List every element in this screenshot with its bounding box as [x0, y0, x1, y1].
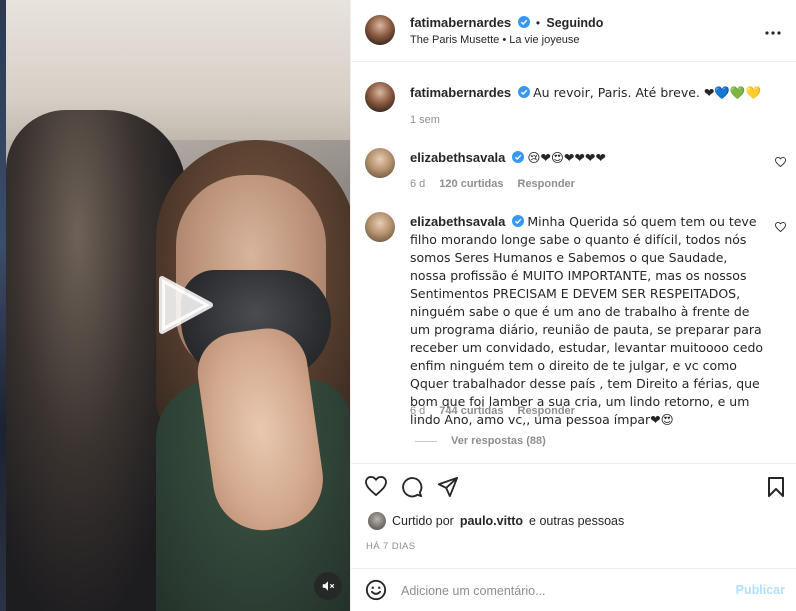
comment-avatar[interactable] [365, 148, 395, 178]
comment-time: 6 d [410, 405, 426, 417]
comment-meta: 6 d 744 curtidas Responder [410, 405, 575, 417]
comment-username[interactable]: elizabethsavala [410, 150, 505, 165]
caption-time: 1 sem [410, 114, 440, 126]
reply-button[interactable]: Responder [518, 178, 575, 190]
post-header: fatimabernardes • Seguindo The Paris Mus… [351, 0, 796, 62]
caption-text: Au revoir, Paris. Até breve. ❤💙💚💛 [533, 85, 762, 100]
caption-avatar[interactable] [365, 82, 395, 112]
comment-text: 😢❤😍❤❤❤❤ [527, 150, 606, 165]
liked-by-line: Curtido por paulo.vitto e outras pessoas [368, 512, 624, 530]
emoji-icon[interactable] [365, 579, 387, 604]
follow-status-button[interactable]: Seguindo [546, 16, 603, 30]
play-icon[interactable] [156, 273, 216, 337]
replies-divider [415, 441, 437, 442]
post-details-panel: fatimabernardes • Seguindo The Paris Mus… [350, 0, 796, 611]
verified-icon [515, 86, 530, 100]
more-options-icon[interactable] [765, 24, 781, 38]
author-username[interactable]: fatimabernardes [410, 15, 511, 30]
comment-item: elizabethsavala 😢❤😍❤❤❤❤ [410, 149, 765, 167]
location-link[interactable]: The Paris Musette • La vie joyeuse [410, 34, 580, 46]
publish-button[interactable]: Publicar [736, 583, 785, 597]
bookmark-icon[interactable] [767, 476, 785, 501]
comment-time: 6 d [410, 178, 426, 190]
verified-icon [509, 215, 524, 229]
caption: fatimabernardes Au revoir, Paris. Até br… [410, 84, 765, 102]
liked-by-suffix: e outras pessoas [529, 514, 625, 528]
action-bar [351, 463, 796, 507]
liked-by-username[interactable]: paulo.vitto [460, 514, 523, 528]
comment-like-heart-icon[interactable] [775, 221, 786, 235]
header-user-line: fatimabernardes • Seguindo [410, 15, 603, 30]
reply-button[interactable]: Responder [518, 405, 575, 417]
comment-icon[interactable] [401, 476, 423, 501]
add-comment-bar: Publicar [351, 568, 796, 611]
post-timestamp[interactable]: HÁ 7 DIAS [366, 541, 416, 552]
comment-likes-count[interactable]: 120 curtidas [439, 178, 503, 190]
avatar[interactable] [365, 15, 395, 45]
verified-icon [509, 151, 524, 165]
caption-username[interactable]: fatimabernardes [410, 85, 511, 100]
verified-icon [515, 16, 530, 30]
share-icon[interactable] [437, 476, 459, 501]
comment-avatar[interactable] [365, 212, 395, 242]
caption-meta: 1 sem [410, 114, 440, 126]
view-replies-button[interactable]: Ver respostas (88) [451, 435, 546, 447]
comment-text: Minha Querida só quem tem ou teve filho … [410, 214, 764, 427]
comment-item: elizabethsavala Minha Querida só quem te… [410, 213, 765, 429]
comment-like-heart-icon[interactable] [775, 156, 786, 170]
header-separator: • [535, 16, 541, 30]
post-video[interactable] [6, 0, 350, 611]
mute-icon[interactable] [314, 572, 342, 600]
liked-by-prefix: Curtido por [392, 514, 454, 528]
liked-by-avatar[interactable] [368, 512, 386, 530]
heart-icon[interactable] [365, 475, 387, 499]
comment-likes-count[interactable]: 744 curtidas [439, 405, 503, 417]
comment-username[interactable]: elizabethsavala [410, 214, 505, 229]
comment-input[interactable] [401, 581, 721, 601]
comment-meta: 6 d 120 curtidas Responder [410, 178, 575, 190]
instagram-post-modal: fatimabernardes • Seguindo The Paris Mus… [0, 0, 796, 611]
